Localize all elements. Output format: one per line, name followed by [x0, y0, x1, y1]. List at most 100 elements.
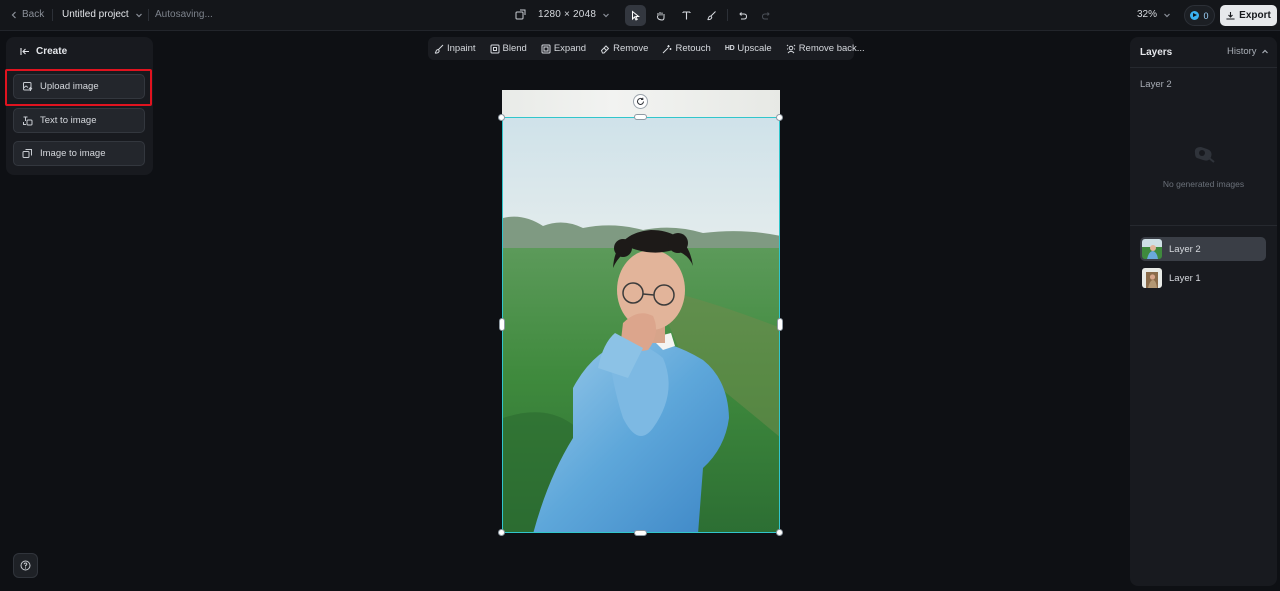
chevron-down-icon — [135, 13, 142, 17]
layer-name: Layer 2 — [1169, 243, 1201, 255]
resize-handle-bottom-right[interactable] — [776, 529, 783, 536]
canvas-size-dropdown[interactable]: 1280 × 2048 — [538, 9, 610, 20]
blend-icon — [490, 44, 500, 53]
layers-tab[interactable]: Layers — [1140, 47, 1172, 58]
help-button[interactable] — [13, 553, 38, 578]
top-bar: Back Untitled project Autosaving... 1280… — [0, 0, 1280, 31]
image-to-image-button[interactable]: Image to image — [13, 141, 145, 166]
upload-image-button[interactable]: Upload image — [13, 74, 145, 99]
resize-handle-right[interactable] — [777, 318, 783, 331]
canvas-resize-icon[interactable] — [515, 9, 526, 20]
upscale-button[interactable]: HD Upscale — [725, 43, 772, 54]
cursor-icon — [632, 10, 640, 21]
divider — [727, 9, 728, 21]
canvas-size: 1280 × 2048 — [538, 9, 597, 20]
credits-count: 0 — [1203, 10, 1209, 21]
text-to-image-button[interactable]: Text to image — [13, 108, 145, 133]
retouch-button[interactable]: Retouch — [662, 43, 711, 54]
current-layer-name: Layer 2 — [1140, 79, 1172, 90]
text-to-image-icon — [23, 116, 33, 126]
remove-background-label: Remove back... — [798, 43, 865, 54]
upscale-label: Upscale — [737, 43, 772, 54]
resize-handle-top-left[interactable] — [498, 114, 505, 121]
chevron-left-icon — [11, 11, 16, 18]
redo-button[interactable] — [756, 5, 777, 26]
inpaint-button[interactable]: Inpaint — [434, 43, 476, 54]
divider — [148, 9, 149, 21]
divider — [1130, 225, 1277, 226]
undo-icon — [739, 12, 748, 20]
create-title: Create — [36, 46, 68, 57]
remove-background-button[interactable]: Remove back... — [786, 43, 865, 54]
layer-item-2[interactable]: Layer 2 — [1140, 237, 1266, 261]
text-to-image-label: Text to image — [40, 115, 97, 126]
portrait-photo — [503, 118, 779, 532]
brush-tool[interactable] — [701, 5, 722, 26]
help-icon — [20, 560, 31, 571]
export-label: Export — [1239, 10, 1271, 21]
layers-panel-header: Layers History — [1130, 37, 1277, 68]
layers-panel: Layers History Layer 2 No generated imag… — [1130, 37, 1277, 586]
expand-icon — [541, 44, 551, 53]
inpaint-label: Inpaint — [447, 43, 476, 54]
blend-button[interactable]: Blend — [490, 43, 527, 54]
text-icon — [682, 11, 691, 20]
layer-thumbnail — [1142, 268, 1162, 288]
redo-icon — [761, 12, 770, 20]
collapse-left-icon — [20, 48, 29, 55]
select-tool[interactable] — [625, 5, 646, 26]
resize-handle-bottom-left[interactable] — [498, 529, 505, 536]
history-toggle[interactable]: History — [1227, 46, 1269, 57]
image-to-image-label: Image to image — [40, 148, 106, 159]
layer-thumbnail — [1142, 239, 1162, 259]
hd-icon: HD — [724, 45, 735, 52]
zoom-level: 32% — [1137, 9, 1158, 20]
project-name: Untitled project — [62, 9, 129, 20]
chevron-down-icon — [603, 13, 610, 17]
image-to-image-icon — [22, 149, 32, 158]
sparkle-icon — [663, 44, 672, 53]
back-label: Back — [22, 9, 45, 20]
resize-handle-top-right[interactable] — [776, 114, 783, 121]
resize-handle-top[interactable] — [634, 114, 647, 120]
resize-handle-left[interactable] — [499, 318, 505, 331]
upload-image-icon — [23, 82, 33, 91]
zoom-dropdown[interactable]: 32% — [1137, 9, 1171, 20]
retouch-label: Retouch — [675, 43, 711, 54]
expand-button[interactable]: Expand — [541, 43, 586, 54]
empty-images-text: No generated images — [1162, 179, 1245, 189]
create-panel: Create Upload image Text to image Image … — [6, 37, 153, 175]
remove-button[interactable]: Remove — [600, 43, 648, 54]
canvas-image[interactable] — [502, 117, 780, 533]
chevron-down-icon — [1164, 13, 1170, 17]
rotate-handle[interactable] — [633, 94, 648, 109]
back-button[interactable]: Back — [10, 9, 44, 20]
credits-badge[interactable]: 0 — [1184, 5, 1215, 26]
divider — [52, 9, 53, 21]
download-icon — [1226, 12, 1235, 20]
history-label: History — [1227, 46, 1257, 57]
credit-icon — [1190, 11, 1200, 20]
export-button[interactable]: Export — [1220, 5, 1277, 26]
remove-background-icon — [786, 44, 796, 53]
hand-tool[interactable] — [650, 5, 671, 26]
undo-button[interactable] — [732, 5, 753, 26]
upload-image-label: Upload image — [40, 81, 99, 92]
empty-images-icon — [1191, 141, 1217, 167]
eraser-icon — [600, 44, 610, 53]
text-tool[interactable] — [676, 5, 697, 26]
autosave-status: Autosaving... — [155, 9, 213, 20]
edit-toolbar: Inpaint Blend Expand Remove Retouch HD U… — [428, 37, 865, 60]
create-panel-header[interactable]: Create — [20, 46, 67, 57]
project-name-dropdown[interactable]: Untitled project — [62, 9, 143, 20]
blend-label: Blend — [502, 43, 527, 54]
brush-icon — [434, 44, 444, 54]
remove-label: Remove — [613, 43, 649, 54]
hand-icon — [657, 12, 665, 21]
resize-handle-bottom[interactable] — [634, 530, 647, 536]
layer-name: Layer 1 — [1169, 272, 1201, 284]
rotate-icon — [637, 97, 644, 105]
layer-item-1[interactable]: Layer 1 — [1140, 266, 1266, 290]
chevron-up-icon — [1261, 49, 1268, 53]
brush-icon — [707, 11, 716, 21]
